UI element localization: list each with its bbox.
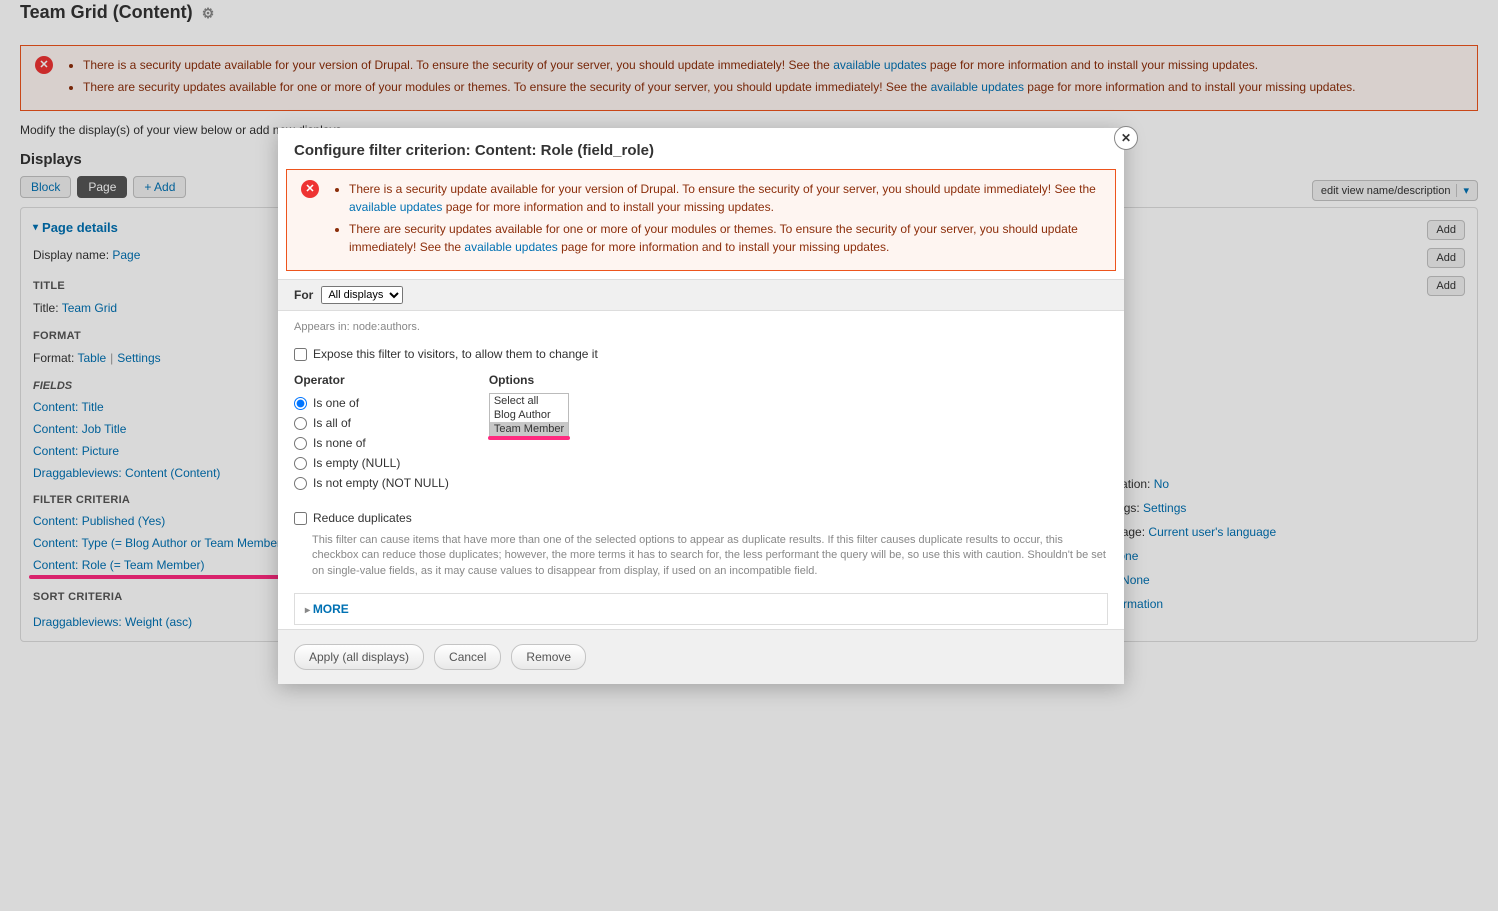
reduce-duplicates-description: This filter can cause items that have mo… bbox=[294, 529, 1108, 587]
tab-block[interactable]: Block bbox=[20, 176, 71, 198]
options-heading: Options bbox=[489, 373, 569, 387]
apply-button[interactable]: Apply (all displays) bbox=[294, 644, 424, 670]
reduce-duplicates-label: Reduce duplicates bbox=[313, 511, 412, 525]
operator-radio-is-all-of[interactable] bbox=[294, 417, 307, 430]
css-class-link[interactable]: None bbox=[1121, 573, 1150, 587]
reduce-duplicates-checkbox[interactable] bbox=[294, 512, 307, 525]
modal-security-message: ✕ There is a security update available f… bbox=[286, 169, 1116, 271]
available-updates-link[interactable]: available updates bbox=[464, 240, 557, 254]
operator-radio-is-not-empty[interactable] bbox=[294, 477, 307, 490]
operator-radio-is-empty[interactable] bbox=[294, 457, 307, 470]
option-select-all[interactable]: Select all bbox=[490, 394, 568, 408]
field-language-link[interactable]: Current user's language bbox=[1148, 525, 1276, 539]
operator-radio-is-none-of[interactable] bbox=[294, 437, 307, 450]
security-msg-1: There is a security update available for… bbox=[83, 56, 1463, 74]
title-link[interactable]: Team Grid bbox=[62, 301, 117, 315]
format-link[interactable]: Table bbox=[77, 351, 106, 365]
error-icon: ✕ bbox=[35, 56, 53, 74]
more-fieldset[interactable]: MORE bbox=[294, 593, 1108, 625]
remove-button[interactable]: Remove bbox=[511, 644, 586, 670]
add-button[interactable]: Add bbox=[1427, 248, 1465, 268]
available-updates-link[interactable]: available updates bbox=[833, 58, 926, 72]
aggregation-link[interactable]: No bbox=[1154, 477, 1169, 491]
security-message-box: ✕ There is a security update available f… bbox=[20, 45, 1478, 111]
appears-in-text: Appears in: node:authors. bbox=[294, 321, 1108, 333]
configure-filter-modal: Configure filter criterion: Content: Rol… bbox=[278, 128, 1124, 684]
options-listbox[interactable]: Select all Blog Author Team Member bbox=[489, 393, 569, 437]
available-updates-link[interactable]: available updates bbox=[349, 200, 442, 214]
option-team-member[interactable]: Team Member bbox=[490, 422, 568, 436]
more-toggle[interactable]: MORE bbox=[305, 602, 349, 616]
chevron-down-icon: ▾ bbox=[1456, 184, 1469, 197]
modal-title: Configure filter criterion: Content: Rol… bbox=[278, 128, 1124, 169]
error-icon: ✕ bbox=[301, 180, 319, 198]
expose-filter-label: Expose this filter to visitors, to allow… bbox=[313, 347, 598, 361]
for-row: For All displays bbox=[278, 279, 1124, 311]
available-updates-link[interactable]: available updates bbox=[931, 80, 1024, 94]
format-settings-link[interactable]: Settings bbox=[117, 351, 160, 365]
for-label: For bbox=[294, 288, 313, 302]
tab-page[interactable]: Page bbox=[77, 176, 127, 198]
page-title: Team Grid (Content) ⚙ bbox=[20, 0, 1478, 31]
gear-icon[interactable]: ⚙ bbox=[202, 5, 215, 22]
close-icon[interactable] bbox=[1114, 126, 1138, 150]
operator-heading: Operator bbox=[294, 373, 449, 387]
edit-view-name-button[interactable]: edit view name/description▾ bbox=[1312, 180, 1478, 201]
security-msg-2: There are security updates available for… bbox=[83, 78, 1463, 96]
add-display-button[interactable]: + Add bbox=[133, 176, 186, 198]
display-name-link[interactable]: Page bbox=[112, 248, 140, 262]
operator-radio-is-one-of[interactable] bbox=[294, 397, 307, 410]
query-settings-link[interactable]: Settings bbox=[1143, 501, 1186, 515]
cancel-button[interactable]: Cancel bbox=[434, 644, 501, 670]
for-select[interactable]: All displays bbox=[321, 286, 403, 304]
option-blog-author[interactable]: Blog Author bbox=[490, 408, 568, 422]
add-button[interactable]: Add bbox=[1427, 276, 1465, 296]
expose-filter-checkbox[interactable] bbox=[294, 348, 307, 361]
add-button[interactable]: Add bbox=[1427, 220, 1465, 240]
